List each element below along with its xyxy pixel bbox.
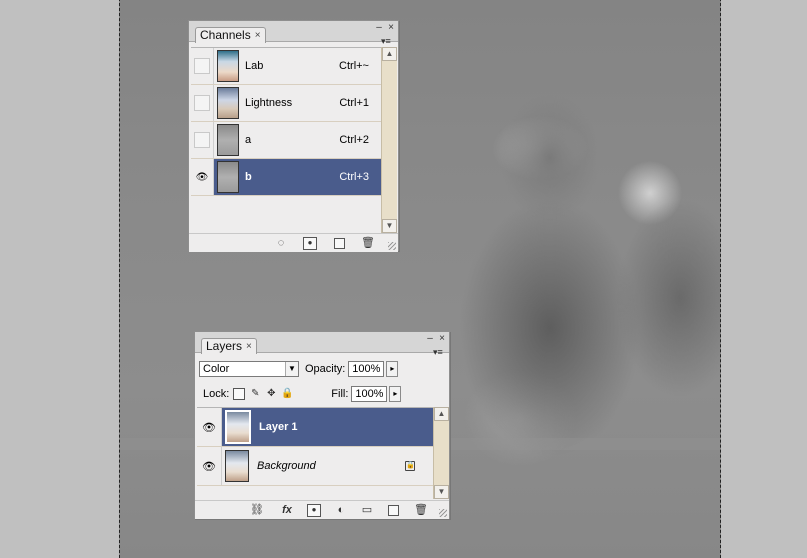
save-selection-icon[interactable]: ● xyxy=(303,237,317,250)
channels-footer: ◌ ● 🗑 xyxy=(189,233,398,252)
channel-row-b[interactable]: 👁 b Ctrl+3 xyxy=(191,159,381,196)
tab-layers-close-icon[interactable]: × xyxy=(246,339,252,354)
layer-name: Layer 1 xyxy=(259,421,298,433)
opacity-slider-button[interactable]: ▸ xyxy=(386,361,399,377)
channel-name: Lightness xyxy=(245,97,293,109)
eye-icon: 👁 xyxy=(195,171,209,183)
channel-visibility-toggle[interactable] xyxy=(191,48,214,84)
channel-thumbnail xyxy=(217,50,239,82)
layer-visibility-toggle[interactable]: 👁 xyxy=(197,447,222,485)
channel-thumbnail xyxy=(217,161,239,193)
tab-layers[interactable]: Layers × xyxy=(201,338,257,354)
scroll-up-arrow-icon[interactable]: ▲ xyxy=(434,407,449,421)
lock-label: Lock: xyxy=(203,388,230,400)
channels-list: Lab Ctrl+~ Lightness Ctrl+1 a Ctrl+2 👁 b… xyxy=(191,47,381,234)
channel-row-lab[interactable]: Lab Ctrl+~ xyxy=(191,48,381,85)
channel-name: b xyxy=(245,171,252,183)
opacity-label: Opacity: xyxy=(305,363,346,375)
layer-row-layer-1[interactable]: 👁 Layer 1 xyxy=(197,408,433,447)
mask-icon[interactable]: ● xyxy=(307,504,321,517)
opacity-input[interactable]: 100% xyxy=(348,361,385,377)
channel-name: a xyxy=(245,134,252,146)
blend-opacity-row: Color ▼ Opacity: 100% ▸ xyxy=(199,359,445,379)
layers-panel: – × Layers × ▾≡ Color ▼ Opacity: 100% ▸ … xyxy=(194,331,450,519)
channel-shortcut: Ctrl+~ xyxy=(339,60,369,72)
trash-icon[interactable]: 🗑 xyxy=(414,503,428,517)
channel-visibility-toggle[interactable] xyxy=(191,122,214,158)
load-selection-icon[interactable]: ◌ xyxy=(275,236,287,250)
channels-panel: – × Channels × ▾≡ Lab Ctrl+~ Lightness C… xyxy=(188,20,399,252)
tab-channels[interactable]: Channels × xyxy=(195,27,266,43)
layer-row-background[interactable]: 👁 Background 🔒 xyxy=(197,447,433,486)
channel-name: Lab xyxy=(245,60,264,72)
trash-icon[interactable]: 🗑 xyxy=(361,236,375,250)
layers-close-button[interactable]: × xyxy=(437,334,447,344)
channels-close-button[interactable]: × xyxy=(386,23,396,33)
scroll-down-arrow-icon[interactable]: ▼ xyxy=(434,485,449,499)
layer-name: Background xyxy=(257,460,316,472)
fill-label: Fill: xyxy=(331,388,349,400)
lock-all-icon[interactable]: 🔒 xyxy=(281,388,293,400)
layer-thumbnail xyxy=(225,410,251,444)
channel-row-a[interactable]: a Ctrl+2 xyxy=(191,122,381,159)
tab-channels-close-icon[interactable]: × xyxy=(255,28,261,43)
eye-icon: 👁 xyxy=(202,460,216,473)
chevron-down-icon: ▼ xyxy=(285,362,298,376)
layers-panel-menu-icon[interactable]: ▾≡ xyxy=(433,347,447,357)
channel-shortcut: Ctrl+1 xyxy=(339,97,369,109)
channel-thumbnail xyxy=(217,87,239,119)
layers-list: 👁 Layer 1 👁 Background 🔒 xyxy=(197,407,433,500)
layers-minimize-button[interactable]: – xyxy=(425,334,435,344)
channel-row-lightness[interactable]: Lightness Ctrl+1 xyxy=(191,85,381,122)
layer-visibility-toggle[interactable]: 👁 xyxy=(197,408,222,446)
link-icon[interactable]: ⛓ xyxy=(249,503,265,517)
layers-scrollbar[interactable]: ▲ ▼ xyxy=(433,407,449,499)
resize-grip-icon[interactable] xyxy=(439,509,447,517)
tab-layers-label: Layers xyxy=(206,339,243,353)
visibility-box-icon xyxy=(194,58,210,74)
scroll-down-arrow-icon[interactable]: ▼ xyxy=(382,219,397,233)
folder-icon[interactable]: ▭ xyxy=(360,503,374,517)
visibility-box-icon xyxy=(194,95,210,111)
channel-visibility-toggle[interactable] xyxy=(191,85,214,121)
tab-channels-label: Channels xyxy=(200,28,251,42)
layer-thumbnail xyxy=(225,450,249,482)
lock-transparency-icon[interactable] xyxy=(233,388,246,400)
adjustment-icon[interactable]: ◐ xyxy=(334,503,348,517)
blend-mode-value: Color xyxy=(203,363,230,375)
lock-brush-icon[interactable]: ✎ xyxy=(249,388,261,400)
scroll-up-arrow-icon[interactable]: ▲ xyxy=(382,47,397,61)
channels-scrollbar[interactable]: ▲ ▼ xyxy=(381,47,397,233)
channel-shortcut: Ctrl+3 xyxy=(339,171,369,183)
channels-minimize-button[interactable]: – xyxy=(374,23,384,33)
lock-move-icon[interactable]: ✥ xyxy=(265,388,277,400)
channels-panel-menu-icon[interactable]: ▾≡ xyxy=(381,36,395,46)
blend-mode-select[interactable]: Color ▼ xyxy=(199,361,299,377)
fill-slider-button[interactable]: ▸ xyxy=(389,386,402,402)
resize-grip-icon[interactable] xyxy=(388,242,396,250)
visibility-box-icon xyxy=(194,132,210,148)
layer-lock-icon: 🔒 xyxy=(405,461,415,471)
fx-icon[interactable]: fx xyxy=(279,503,295,517)
new-channel-icon[interactable] xyxy=(334,238,345,249)
fill-input[interactable]: 100% xyxy=(351,386,388,402)
channel-thumbnail xyxy=(217,124,239,156)
new-layer-icon[interactable] xyxy=(388,505,399,516)
lock-fill-row: Lock: ✎ ✥ 🔒 Fill: 100% ▸ xyxy=(199,384,445,404)
channel-visibility-toggle[interactable]: 👁 xyxy=(191,159,214,195)
layers-footer: ⛓ fx ● ◐ ▭ 🗑 xyxy=(195,500,449,519)
channel-shortcut: Ctrl+2 xyxy=(339,134,369,146)
eye-icon: 👁 xyxy=(202,421,216,434)
